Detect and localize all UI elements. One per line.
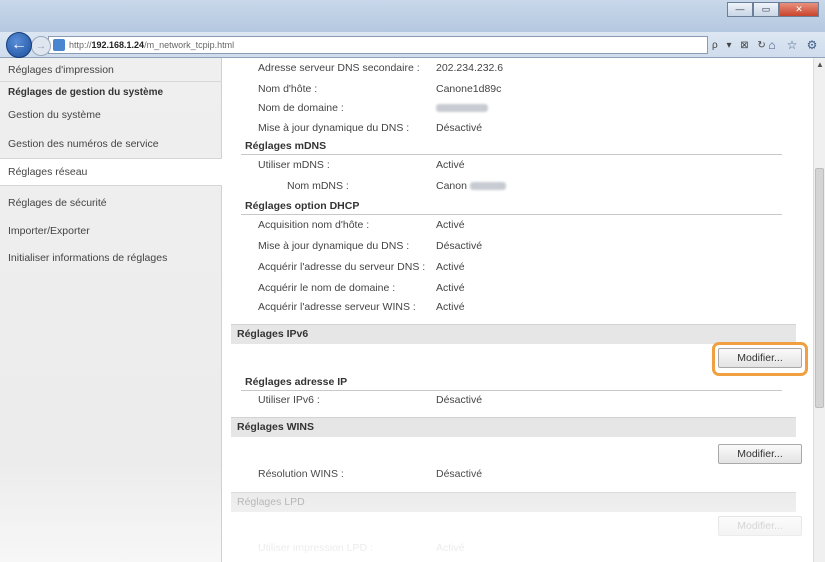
mdns-name-value: Canon bbox=[436, 180, 506, 192]
vertical-scrollbar[interactable]: ▲ bbox=[813, 58, 825, 562]
page-icon bbox=[53, 39, 65, 51]
forward-arrow-icon: → bbox=[35, 40, 47, 52]
mdns-name-label: Nom mDNS : bbox=[287, 180, 349, 192]
url-host: 192.168.1.24 bbox=[91, 40, 145, 50]
hostname-value: Canone1d89c bbox=[436, 83, 502, 95]
dhcp-row-label: Acquérir l'adresse serveur WINS : bbox=[258, 301, 416, 313]
sidebar-item-security-settings[interactable]: Réglages de sécurité bbox=[0, 197, 222, 209]
dhcp-row-value: Activé bbox=[436, 219, 465, 231]
mdns-heading: Réglages mDNS bbox=[245, 140, 327, 152]
minimize-button[interactable]: — bbox=[727, 2, 753, 17]
url-field[interactable]: http:// 192.168.1.24 /m_network_tcpip.ht… bbox=[48, 36, 708, 54]
dhcp-row-label: Acquérir l'adresse du serveur DNS : bbox=[258, 261, 426, 273]
settings-gear-icon[interactable]: ⚙ bbox=[805, 38, 819, 52]
divider bbox=[241, 214, 782, 215]
divider bbox=[0, 81, 222, 82]
url-prefix: http:// bbox=[69, 40, 92, 50]
ipv6-section-title: Réglages IPv6 bbox=[231, 324, 796, 344]
lpd-use-label: Utiliser impression LPD : bbox=[258, 542, 373, 554]
dhcp-heading: Réglages option DHCP bbox=[245, 200, 360, 212]
sidebar-item-system-management-settings[interactable]: Réglages de gestion du système bbox=[0, 87, 222, 98]
sidebar-item-network-settings[interactable]: Réglages réseau bbox=[0, 158, 222, 186]
dyn-dns-label: Mise à jour dynamique du DNS : bbox=[258, 122, 410, 134]
sidebar-item-import-export[interactable]: Importer/Exporter bbox=[0, 225, 222, 237]
maximize-button[interactable]: ▭ bbox=[753, 2, 779, 17]
favorites-star-icon[interactable]: ☆ bbox=[785, 38, 799, 52]
lpd-use-value: Activé bbox=[436, 542, 465, 554]
domain-value-redacted bbox=[436, 102, 488, 114]
dns-secondary-label: Adresse serveur DNS secondaire : bbox=[258, 62, 420, 74]
sidebar-item-print-settings[interactable]: Réglages d'impression bbox=[0, 64, 222, 76]
ip-address-heading: Réglages adresse IP bbox=[245, 376, 348, 388]
hostname-label: Nom d'hôte : bbox=[258, 83, 318, 95]
domain-label: Nom de domaine : bbox=[258, 102, 344, 114]
divider bbox=[241, 390, 782, 391]
ipv6-use-label: Utiliser IPv6 : bbox=[258, 394, 320, 406]
main-content: Adresse serveur DNS secondaire : 202.234… bbox=[223, 58, 813, 562]
ipv6-use-value: Désactivé bbox=[436, 394, 483, 406]
back-button[interactable]: ← bbox=[6, 32, 32, 58]
dhcp-row-value: Activé bbox=[436, 301, 465, 313]
wins-section-title: Réglages WINS bbox=[231, 417, 796, 437]
divider bbox=[241, 154, 782, 155]
dhcp-row-value: Désactivé bbox=[436, 240, 483, 252]
url-path: /m_network_tcpip.html bbox=[144, 40, 235, 50]
lpd-section-title: Réglages LPD bbox=[231, 492, 796, 512]
toolbar-icons: ⌂ ☆ ⚙ bbox=[765, 38, 819, 52]
browser-titlebar: — ▭ ✕ bbox=[0, 0, 825, 32]
back-arrow-icon: ← bbox=[11, 36, 27, 53]
mdns-use-label: Utiliser mDNS : bbox=[258, 159, 330, 171]
mdns-use-value: Activé bbox=[436, 159, 465, 171]
scroll-thumb[interactable] bbox=[815, 168, 824, 408]
sidebar-item-service-numbers[interactable]: Gestion des numéros de service bbox=[0, 138, 222, 150]
address-bar: http:// 192.168.1.24 /m_network_tcpip.ht… bbox=[0, 32, 825, 58]
address-tools[interactable]: ρ ▾ ⊠ ↻ bbox=[712, 40, 769, 51]
forward-button[interactable]: → bbox=[31, 36, 51, 56]
dhcp-row-label: Mise à jour dynamique du DNS : bbox=[258, 240, 410, 252]
lpd-edit-button[interactable]: Modifier... bbox=[718, 516, 802, 536]
dhcp-row-label: Acquisition nom d'hôte : bbox=[258, 219, 370, 231]
home-icon[interactable]: ⌂ bbox=[765, 38, 779, 52]
dhcp-row-value: Activé bbox=[436, 282, 465, 294]
sidebar-item-initialize-settings[interactable]: Initialiser informations de réglages bbox=[0, 252, 222, 264]
edit-button-highlight bbox=[712, 342, 808, 376]
dhcp-row-value: Activé bbox=[436, 261, 465, 273]
sidebar: Réglages d'impression Réglages de gestio… bbox=[0, 58, 222, 562]
wins-edit-button[interactable]: Modifier... bbox=[718, 444, 802, 464]
dns-secondary-value: 202.234.232.6 bbox=[436, 62, 504, 74]
close-button[interactable]: ✕ bbox=[779, 2, 819, 17]
dyn-dns-value: Désactivé bbox=[436, 122, 483, 134]
dhcp-row-label: Acquérir le nom de domaine : bbox=[258, 282, 396, 294]
window-controls: — ▭ ✕ bbox=[727, 2, 819, 17]
wins-resolution-value: Désactivé bbox=[436, 468, 483, 480]
wins-resolution-label: Résolution WINS : bbox=[258, 468, 344, 480]
scroll-up-icon[interactable]: ▲ bbox=[814, 60, 825, 69]
sidebar-item-system-management[interactable]: Gestion du système bbox=[0, 109, 222, 121]
